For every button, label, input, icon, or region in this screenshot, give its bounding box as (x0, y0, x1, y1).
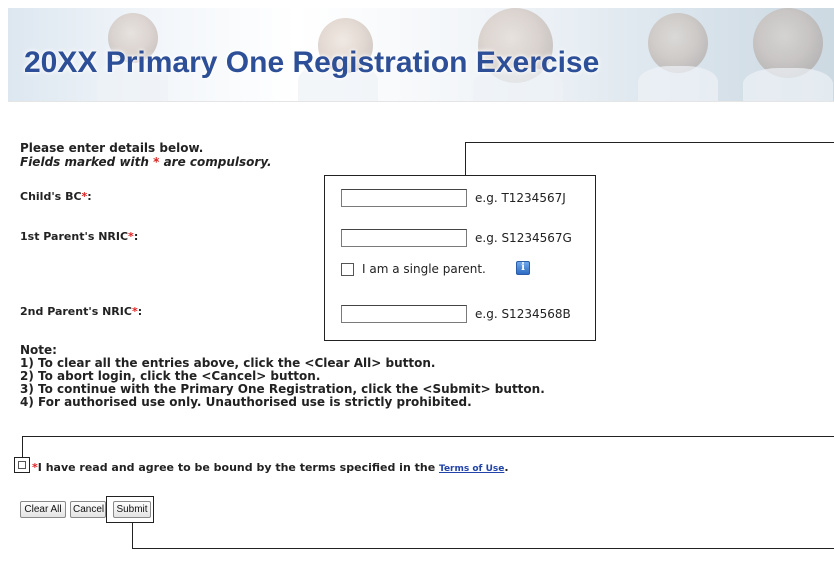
clear-all-button[interactable]: Clear All (20, 501, 66, 518)
child-bc-input[interactable] (341, 189, 467, 207)
required-mark: * (131, 305, 138, 318)
parent2-nric-label: 2nd Parent's NRIC*: (20, 305, 143, 318)
parent1-nric-input[interactable] (341, 229, 467, 247)
intro-required-note: Fields marked with * are compulsory. (20, 155, 272, 169)
child-bc-label: Child's BC*: (20, 190, 92, 203)
intro-line: Please enter details below. (20, 141, 204, 155)
parent2-nric-input[interactable] (341, 305, 467, 323)
child-bc-example: e.g. T1234567J (475, 191, 566, 205)
terms-checkbox[interactable] (14, 457, 30, 473)
header-banner: 20XX Primary One Registration Exercise (8, 8, 834, 101)
cancel-button[interactable]: Cancel (70, 501, 106, 518)
banner-divider (8, 101, 834, 102)
intro-suffix: are compulsory. (159, 155, 272, 169)
notes-section: Note: 1) To clear all the entries above,… (20, 344, 545, 409)
form-intro: Please enter details below. Fields marke… (20, 141, 272, 169)
submit-button[interactable]: Submit (113, 501, 151, 518)
required-mark: * (81, 190, 88, 203)
intro-prefix: Fields marked with (20, 155, 154, 169)
note-item: 4) For authorised use only. Unauthorised… (20, 395, 472, 409)
single-parent-checkbox[interactable] (341, 263, 354, 276)
parent1-nric-label-text: 1st Parent's NRIC (20, 230, 129, 243)
terms-end: . (504, 461, 509, 474)
terms-checkbox-inner (18, 461, 26, 469)
callout-connector (465, 142, 834, 143)
parent2-nric-label-text: 2nd Parent's NRIC (20, 305, 132, 318)
terms-callout-connector (22, 436, 23, 457)
callout-connector (465, 142, 466, 175)
child-bc-label-text: Child's BC (20, 190, 82, 203)
parent1-nric-label: 1st Parent's NRIC*: (20, 230, 139, 243)
required-mark: * (128, 230, 134, 243)
parent2-nric-example: e.g. S1234568B (475, 307, 571, 321)
terms-of-use-link[interactable]: Terms of Use (439, 464, 504, 474)
submit-callout-connector (132, 548, 834, 549)
parent1-nric-example: e.g. S1234567G (475, 231, 572, 245)
page-title: 20XX Primary One Registration Exercise (24, 46, 600, 79)
single-parent-label: I am a single parent. (362, 262, 486, 276)
terms-statement: *I have read and agree to be bound by th… (32, 461, 509, 474)
submit-callout-connector (132, 523, 133, 548)
terms-callout-connector (22, 436, 834, 437)
terms-text: I have read and agree to be bound by the… (37, 461, 439, 474)
info-icon[interactable]: i (516, 261, 530, 275)
